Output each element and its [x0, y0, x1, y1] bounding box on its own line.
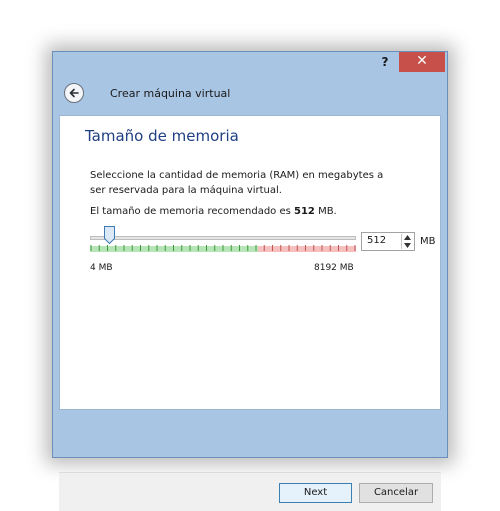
- create-vm-dialog: ? ✕ Crear máquina virtual Tamaño de memo…: [52, 51, 448, 511]
- title-bar: ? ✕: [53, 52, 447, 72]
- dialog-title: Crear máquina virtual: [110, 87, 231, 100]
- back-arrow-icon: [69, 88, 79, 98]
- back-button[interactable]: [64, 83, 84, 103]
- next-button[interactable]: Next: [279, 483, 352, 503]
- help-button[interactable]: ?: [371, 52, 399, 72]
- cancel-button[interactable]: Cancelar: [359, 483, 433, 503]
- wizard-header: Crear máquina virtual: [53, 72, 447, 116]
- button-bar: Next Cancelar: [59, 472, 441, 511]
- footer-wrap: Next Cancelar: [59, 115, 441, 511]
- close-button[interactable]: ✕: [399, 52, 445, 72]
